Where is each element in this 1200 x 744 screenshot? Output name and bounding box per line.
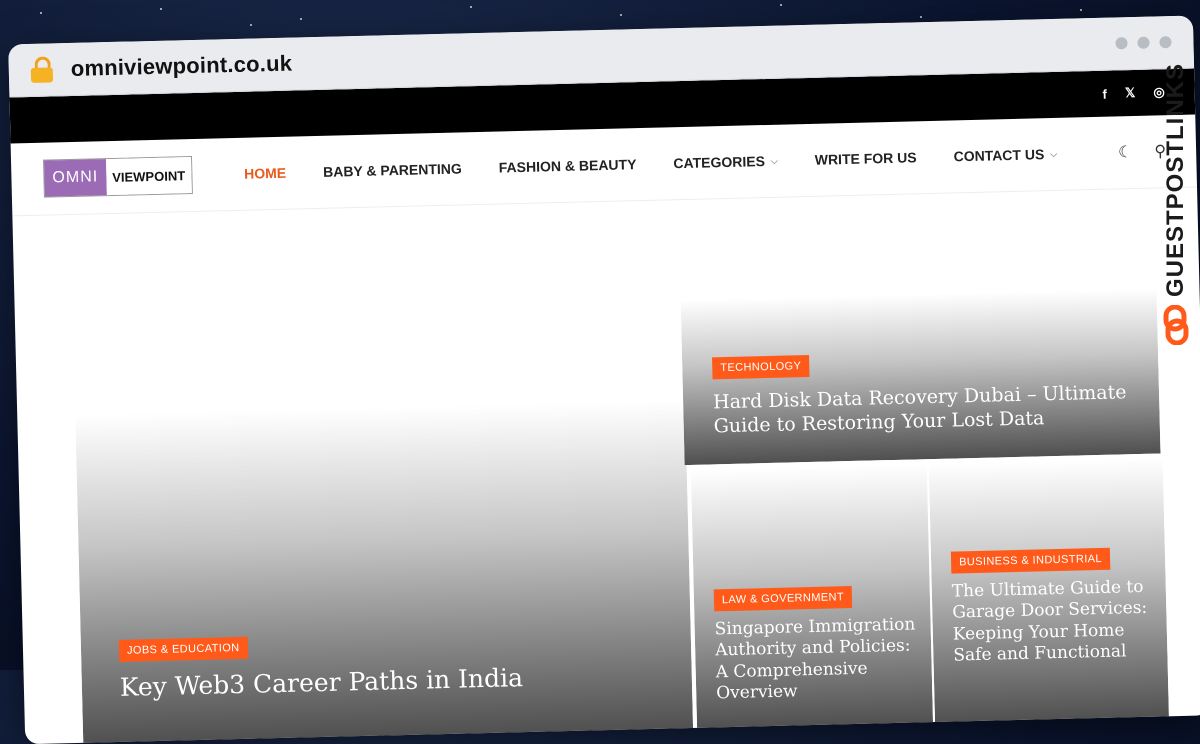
facebook-icon[interactable]: f [1102,86,1107,101]
post-card-top-right[interactable]: TECHNOLOGY Hard Disk Data Recovery Dubai… [680,288,1161,466]
window-dot-icon[interactable] [1159,36,1172,49]
window-dot-icon[interactable] [1115,37,1128,50]
nav-item-categories[interactable]: CATEGORIES ⌵ [673,153,778,171]
nav-item-write-for-us[interactable]: WRITE FOR US [815,149,917,167]
url-text[interactable]: omniviewpoint.co.uk [70,51,292,82]
dark-mode-icon[interactable]: ☾ [1118,142,1133,162]
post-card-bottom-left[interactable]: LAW & GOVERNMENT Singapore Immigration A… [690,464,934,730]
post-title[interactable]: The Ultimate Guide to Garage Door Servic… [952,577,1159,667]
category-badge[interactable]: BUSINESS & INDUSTRIAL [950,547,1111,574]
category-badge[interactable]: LAW & GOVERNMENT [713,586,853,612]
nav-item-contact-us[interactable]: CONTACT US ⌵ [953,146,1058,164]
post-card-main[interactable]: JOBS & EDUCATION Key Web3 Career Paths i… [75,400,694,744]
window-dot-icon[interactable] [1137,36,1150,49]
window-controls [1115,36,1172,50]
nav-item-home[interactable]: HOME [244,165,286,182]
post-title[interactable]: Singapore Immigration Authority and Poli… [714,614,926,704]
watermark-text: GUESTPOSTLINKS [1162,62,1189,298]
featured-grid: JOBS & EDUCATION Key Web3 Career Paths i… [12,187,1200,744]
category-badge[interactable]: TECHNOLOGY [712,355,810,380]
x-twitter-icon[interactable]: 𝕏 [1125,85,1136,101]
lock-icon [30,56,54,83]
chain-link-icon [1163,305,1189,345]
chevron-down-icon: ⌵ [1050,148,1058,159]
logo-omni: OMNI [44,159,107,197]
nav-item-fashion-beauty[interactable]: FASHION & BEAUTY [499,156,637,175]
site-logo[interactable]: OMNI VIEWPOINT [43,156,193,198]
post-card-bottom-right[interactable]: BUSINESS & INDUSTRIAL The Ultimate Guide… [928,458,1169,725]
browser-window: omniviewpoint.co.uk f 𝕏 ◎ OMNI VIEWPOINT… [8,15,1200,744]
chevron-down-icon: ⌵ [770,155,778,166]
nav-item-baby-parenting[interactable]: BABY & PARENTING [323,160,462,179]
logo-viewpoint: VIEWPOINT [105,157,192,196]
nav-menu: HOME BABY & PARENTING FASHION & BEAUTY C… [244,146,1057,182]
guestpostlinks-watermark: GUESTPOSTLINKS [1158,60,1194,360]
category-badge[interactable]: JOBS & EDUCATION [118,636,248,662]
